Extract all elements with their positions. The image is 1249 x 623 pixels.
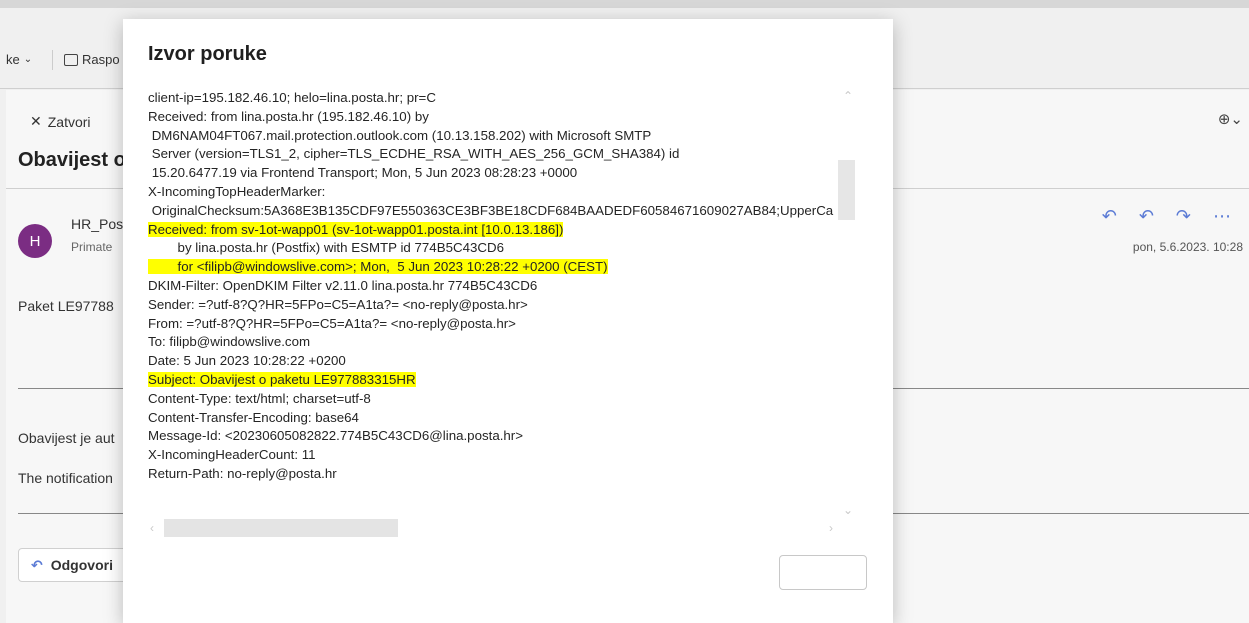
recipient-line: Primate [71, 240, 113, 254]
source-line: To: filipb@windowslive.com [148, 333, 845, 352]
close-icon: ✕ [30, 113, 42, 129]
source-line: Received: from lina.posta.hr (195.182.46… [148, 108, 845, 127]
line-text: Content-Type: text/html; charset=utf-8 [148, 390, 371, 406]
scroll-up-icon[interactable]: ⌃ [843, 89, 853, 103]
toolbar-item-partial[interactable]: ke ⌄ [6, 52, 32, 67]
source-line: DKIM-Filter: OpenDKIM Filter v2.11.0 lin… [148, 277, 845, 296]
close-label: Zatvori [47, 113, 91, 130]
highlighted-text: Received: from sv-1ot-wapp01 (sv-1ot-wap… [148, 221, 564, 237]
highlighted-text: Subject: Obavijest o paketu LE977883315H… [148, 371, 416, 387]
avatar: H [18, 224, 52, 258]
vertical-scrollbar-thumb[interactable] [838, 160, 855, 220]
source-line: X-IncomingTopHeaderMarker: [148, 183, 845, 202]
source-line: Server (version=TLS1_2, cipher=TLS_ECDHE… [148, 145, 845, 164]
horizontal-scrollbar-thumb[interactable] [164, 519, 398, 537]
reply-icon[interactable]: ↶ [1102, 206, 1117, 227]
body-text: Obavijest je aut [18, 430, 115, 446]
top-bar [0, 0, 1249, 8]
reply-label: Odgovori [50, 557, 113, 573]
source-line: Sender: =?utf-8?Q?HR=5FPo=C5=A1ta?= <no-… [148, 296, 845, 315]
source-line: Content-Transfer-Encoding: base64 [148, 409, 845, 428]
line-text: Date: 5 Jun 2023 10:28:22 +0200 [148, 353, 346, 369]
forward-icon[interactable]: ↷ [1176, 206, 1191, 227]
message-subject: Obavijest o [18, 149, 126, 171]
source-line: 15.20.6477.19 via Frontend Transport; Mo… [148, 164, 845, 183]
source-line: client-ip=195.182.46.10; helo=lina.posta… [148, 89, 845, 108]
source-line: OriginalChecksum:5A368E3B135CDF97E550363… [148, 202, 845, 221]
layout-button[interactable]: Raspo [64, 52, 120, 67]
line-text: From: =?utf-8?Q?HR=5FPo=C5=A1ta?= <no-re… [148, 315, 516, 331]
source-line: From: =?utf-8?Q?HR=5FPo=C5=A1ta?= <no-re… [148, 315, 845, 334]
layout-label: Raspo [82, 52, 120, 67]
source-line: Received: from sv-1ot-wapp01 (sv-1ot-wap… [148, 221, 845, 240]
line-text: To: filipb@windowslive.com [148, 334, 311, 350]
line-text: Message-Id: <20230605082822.774B5C43CD6@… [148, 428, 523, 444]
line-text: client-ip=195.182.46.10; helo=lina.posta… [148, 90, 436, 105]
line-text: DKIM-Filter: OpenDKIM Filter v2.11.0 lin… [148, 277, 538, 293]
highlighted-text: for <filipb@windowslive.com>; Mon, 5 Jun… [148, 259, 608, 275]
divider [52, 50, 53, 70]
source-line: Subject: Obavijest o paketu LE977883315H… [148, 371, 845, 390]
body-text: The notification [18, 470, 113, 486]
source-line: Date: 5 Jun 2023 10:28:22 +0200 [148, 352, 845, 371]
reply-icon: ↶ [31, 556, 43, 573]
line-text: X-IncomingTopHeaderMarker: [148, 183, 326, 199]
body-text: Paket LE97788 [18, 298, 114, 314]
message-source-dialog: Izvor poruke client-ip=195.182.46.10; he… [123, 19, 893, 623]
close-button[interactable]: ✕ Zatvori [30, 113, 91, 130]
close-dialog-button[interactable] [779, 555, 867, 590]
line-text: Server (version=TLS1_2, cipher=TLS_ECDHE… [148, 146, 680, 162]
source-line: Return-Path: no-reply@posta.hr [148, 465, 845, 484]
line-text: Return-Path: no-reply@posta.hr [148, 465, 337, 481]
toolbar-item-label: ke [6, 52, 20, 67]
line-text: Sender: =?utf-8?Q?HR=5FPo=C5=A1ta?= <no-… [148, 296, 528, 312]
chevron-down-icon: ⌄ [23, 54, 33, 65]
reply-button[interactable]: ↶ Odgovori [18, 548, 128, 582]
source-line: X-IncomingHeaderCount: 11 [148, 446, 845, 465]
dialog-title: Izvor poruke [148, 43, 267, 65]
more-icon[interactable]: ⋯ [1213, 206, 1231, 227]
message-date: pon, 5.6.2023. 10:28 [1132, 240, 1243, 254]
scroll-right-icon[interactable]: › [829, 521, 833, 535]
line-text: by lina.posta.hr (Postfix) with ESMTP id… [148, 240, 504, 256]
line-text: Received: from lina.posta.hr (195.182.46… [148, 108, 429, 124]
line-text: DM6NAM04FT067.mail.protection.outlook.co… [148, 127, 652, 143]
message-source-text[interactable]: client-ip=195.182.46.10; helo=lina.posta… [148, 89, 845, 529]
message-actions: ↶ ↶ ↷ ⋯ [1102, 206, 1231, 227]
layout-icon [64, 53, 78, 66]
line-text: X-IncomingHeaderCount: 11 [148, 447, 316, 463]
source-line: by lina.posta.hr (Postfix) with ESMTP id… [148, 239, 845, 258]
scroll-down-icon[interactable]: ⌄ [843, 503, 853, 517]
source-line: Content-Type: text/html; charset=utf-8 [148, 390, 845, 409]
line-text: OriginalChecksum:5A368E3B135CDF97E550363… [148, 202, 834, 218]
source-line: Message-Id: <20230605082822.774B5C43CD6@… [148, 427, 845, 446]
scroll-left-icon[interactable]: ‹ [150, 521, 154, 535]
source-line: for <filipb@windowslive.com>; Mon, 5 Jun… [148, 258, 845, 277]
reply-all-icon[interactable]: ↶ [1139, 206, 1154, 227]
line-text: 15.20.6477.19 via Frontend Transport; Mo… [148, 165, 578, 181]
sender-name[interactable]: HR_Pos [71, 216, 123, 232]
source-line: DM6NAM04FT067.mail.protection.outlook.co… [148, 127, 845, 146]
zoom-icon[interactable]: ⊕⌄ [1218, 110, 1243, 128]
line-text: Content-Transfer-Encoding: base64 [148, 409, 359, 425]
